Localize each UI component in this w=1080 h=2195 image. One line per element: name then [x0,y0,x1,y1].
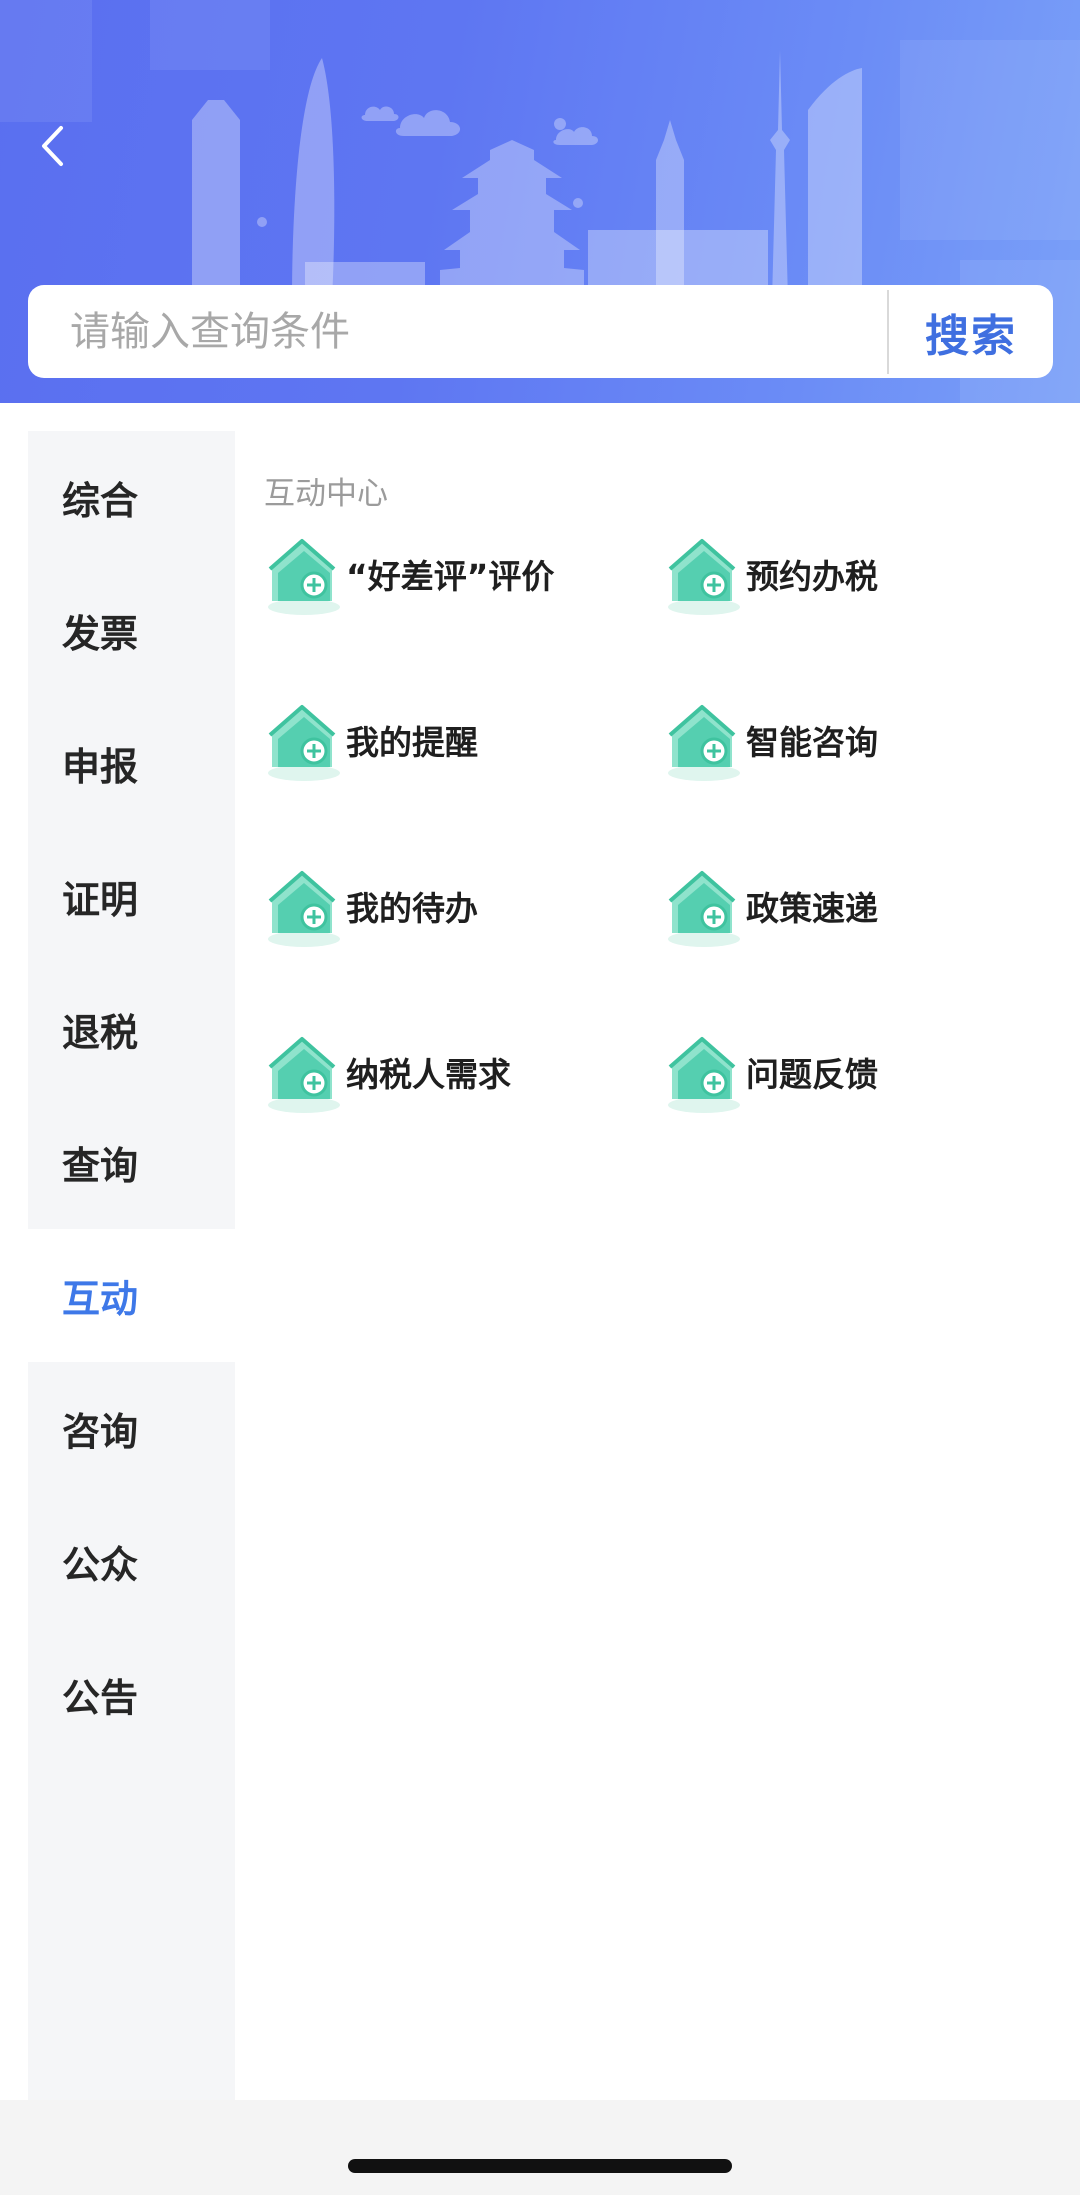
home-indicator[interactable] [348,2159,732,2173]
service-item-todo[interactable]: 我的待办 [262,856,622,956]
sidebar-item-public[interactable]: 公众 [28,1495,235,1628]
house-plus-icon [268,871,340,947]
house-plus-icon [668,871,740,947]
header-banner: 搜索 [0,0,1080,403]
service-item-label: 我的待办 [346,889,478,928]
service-item-rating[interactable]: “好差评”评价 [262,524,622,624]
back-button[interactable] [30,116,74,176]
house-plus-icon [268,705,340,781]
chevron-left-icon [42,126,63,166]
sidebar-item-invoice[interactable]: 发票 [28,564,235,697]
service-item-label: “好差评”评价 [346,557,555,596]
service-item-label: 预约办税 [746,557,878,596]
section-title: 互动中心 [264,476,388,512]
house-plus-icon [268,539,340,615]
service-item-label: 问题反馈 [746,1055,878,1094]
sidebar-item-query[interactable]: 查询 [28,1096,235,1229]
search-button[interactable]: 搜索 [889,285,1053,378]
service-item-label: 纳税人需求 [346,1055,511,1094]
house-plus-icon [668,1037,740,1113]
service-item-label: 我的提醒 [346,723,478,762]
service-item-label: 智能咨询 [746,723,878,762]
house-plus-icon [668,705,740,781]
service-item-taxpayer-needs[interactable]: 纳税人需求 [262,1022,622,1122]
bottom-safe-area [0,2100,1080,2195]
house-plus-icon [268,1037,340,1113]
service-item-policy-express[interactable]: 政策速递 [662,856,1022,956]
search-input[interactable] [28,285,887,378]
service-item-smart-consult[interactable]: 智能咨询 [662,690,1022,790]
service-item-reminders[interactable]: 我的提醒 [262,690,622,790]
sidebar-item-comprehensive[interactable]: 综合 [28,431,235,564]
service-item-label: 政策速递 [746,889,878,928]
sidebar-item-tax-refund[interactable]: 退税 [28,963,235,1096]
sidebar-item-declaration[interactable]: 申报 [28,697,235,830]
sidebar-item-announcement[interactable]: 公告 [28,1628,235,1761]
sidebar-item-interaction[interactable]: 互动 [28,1229,235,1362]
search-bar: 搜索 [28,285,1053,378]
service-item-feedback[interactable]: 问题反馈 [662,1022,1022,1122]
sidebar-item-consult[interactable]: 咨询 [28,1362,235,1495]
category-sidebar: 综合 发票 申报 证明 退税 查询 互动 咨询 公众 公告 [28,431,235,2100]
house-plus-icon [668,539,740,615]
service-item-appointment[interactable]: 预约办税 [662,524,1022,624]
sidebar-item-certificate[interactable]: 证明 [28,830,235,963]
